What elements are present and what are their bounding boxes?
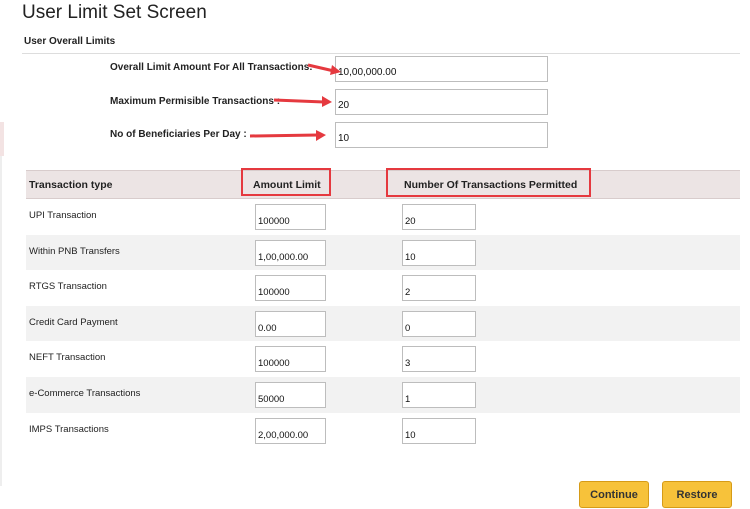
transactions-count-input[interactable]: 10 [402, 239, 476, 266]
amount-limit-input[interactable]: 100000 [255, 346, 326, 373]
restore-button[interactable]: Restore [662, 481, 732, 508]
annotation-arrow-icon [307, 63, 341, 75]
amount-limit-input[interactable]: 100000 [255, 204, 326, 230]
transactions-count-input[interactable]: 3 [402, 346, 476, 373]
header-transaction-type: Transaction type [29, 179, 113, 191]
annotation-arrow-icon [273, 96, 332, 107]
table-row: NEFT Transaction 100000 3 [26, 341, 740, 377]
overall-limit-label: Overall Limit Amount For All Transaction… [110, 62, 313, 73]
table-row: e-Commerce Transactions 50000 1 [26, 377, 740, 413]
amount-limit-input[interactable]: 2,00,000.00 [255, 417, 326, 444]
section-heading: User Overall Limits [24, 36, 116, 47]
left-edge-border [0, 156, 2, 486]
table-row: Credit Card Payment 0.00 0 [26, 305, 740, 342]
amount-limit-input[interactable]: 100000 [255, 275, 326, 302]
beneficiaries-input[interactable]: 10 [335, 122, 548, 148]
row-transaction-type: IMPS Transactions [29, 423, 109, 435]
row-transaction-type: Credit Card Payment [29, 316, 118, 328]
row-transaction-type: RTGS Transaction [29, 281, 107, 293]
row-transaction-type: Within PNB Transfers [29, 245, 120, 257]
table-row: Within PNB Transfers 1,00,000.00 10 [26, 234, 740, 271]
page-title: User Limit Set Screen [22, 2, 207, 23]
table-row: IMPS Transactions 2,00,000.00 10 [26, 413, 740, 449]
transactions-count-input[interactable]: 10 [402, 417, 476, 444]
table-row: UPI Transaction 100000 20 [26, 199, 740, 235]
amount-limit-input[interactable]: 1,00,000.00 [255, 239, 326, 266]
transactions-count-input[interactable]: 20 [402, 204, 476, 230]
transactions-count-input[interactable]: 2 [402, 275, 476, 302]
beneficiaries-label: No of Beneficiaries Per Day : [110, 129, 247, 140]
overall-limit-input[interactable]: 10,00,000.00 [335, 56, 548, 82]
row-transaction-type: e-Commerce Transactions [29, 388, 141, 399]
row-transaction-type: NEFT Transaction [29, 352, 106, 364]
row-transaction-type: UPI Transaction [29, 210, 97, 221]
transactions-count-input[interactable]: 0 [402, 310, 476, 337]
transactions-count-input[interactable]: 1 [402, 382, 476, 408]
amount-limit-input[interactable]: 0.00 [255, 310, 326, 337]
max-transactions-label: Maximum Permisible Transactions : [110, 96, 281, 107]
left-edge-decoration [0, 122, 4, 156]
amount-limit-input[interactable]: 50000 [255, 382, 326, 408]
transactions-permitted-highlight [386, 168, 591, 197]
table-header: Transaction type Amount Limit Number Of … [26, 170, 740, 199]
amount-limit-highlight [241, 168, 331, 196]
annotation-arrow-icon [249, 130, 326, 141]
section-divider [22, 53, 740, 54]
table-row: RTGS Transaction 100000 2 [26, 270, 740, 306]
continue-button[interactable]: Continue [579, 481, 649, 508]
max-transactions-input[interactable]: 20 [335, 89, 548, 115]
